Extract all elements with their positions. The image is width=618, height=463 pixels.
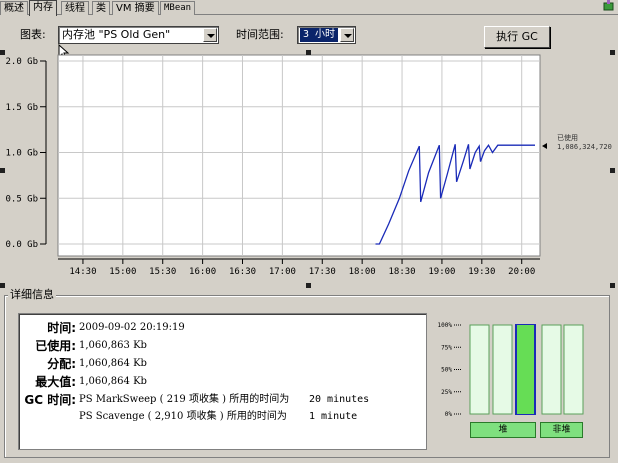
- x-tick-label: 16:30: [229, 267, 256, 277]
- annotation-label: 已使用: [557, 133, 578, 142]
- resize-handle[interactable]: [306, 283, 311, 288]
- gc-line-scavenge: PS Scavenge ( 2,910 项收集 ) 所用的时间为: [79, 411, 287, 422]
- x-tick-label: 18:30: [388, 267, 415, 277]
- x-tick-label: 15:30: [149, 267, 176, 277]
- tab-vm-summary[interactable]: VM 摘要: [112, 1, 159, 15]
- gc-duration-scavenge: 1 minute: [309, 411, 358, 422]
- tab-classes[interactable]: 类: [92, 1, 110, 15]
- detail-row-committed: 分配: 1,060,864 Kb: [19, 356, 424, 372]
- gc-duration-marksweep: 20 minutes: [309, 394, 370, 405]
- memory-pool-chart: 100% 75% 50% 25% 0%: [438, 322, 584, 418]
- gc-line-marksweep: PS MarkSweep ( 219 项收集 ) 所用的时间为: [79, 394, 290, 405]
- pool-bar[interactable]: [563, 324, 584, 415]
- resize-handle[interactable]: [0, 50, 5, 55]
- detail-value: 2009-09-02 20:19:19: [79, 322, 185, 333]
- heap-button[interactable]: 堆: [470, 422, 536, 438]
- y-tick-label: 1.0 Gb: [5, 149, 38, 159]
- details-title: 详细信息: [8, 288, 56, 301]
- pool-tick-label: 50%: [441, 367, 452, 374]
- pool-y-axis: 100% 75% 50% 25% 0%: [438, 322, 462, 418]
- detail-label: 已使用:: [35, 339, 76, 353]
- y-tick-label: 0.0 Gb: [5, 240, 38, 250]
- plugin-icon: [603, 0, 614, 11]
- memory-chart: 2.0 Gb 1.5 Gb 1.0 Gb 0.5 Gb 0.0 Gb 14:30 15:0…: [5, 54, 612, 277]
- y-tick-label: 0.5 Gb: [5, 194, 38, 204]
- tab-bar: 概述 内存 线程 类 VM 摘要 MBean: [0, 0, 618, 16]
- y-axis: 2.0 Gb 1.5 Gb 1.0 Gb 0.5 Gb 0.0 Gb: [5, 57, 47, 250]
- pool-bar[interactable]: [541, 324, 562, 415]
- resize-handle[interactable]: [0, 168, 5, 173]
- resize-handle[interactable]: [610, 283, 615, 288]
- x-tick-label: 20:00: [508, 267, 535, 277]
- chart-select-value: 内存池 "PS Old Gen": [62, 28, 171, 41]
- pool-tick-label: 25%: [441, 389, 452, 396]
- tab-overview[interactable]: 概述: [0, 1, 28, 15]
- plot-area: [57, 54, 541, 257]
- tab-mbean[interactable]: MBean: [160, 1, 196, 15]
- x-axis: 14:30 15:00 15:30 16:00 16:30 17:00 17:30 18:00…: [58, 258, 540, 277]
- x-tick-label: 19:00: [428, 267, 455, 277]
- y-tick-label: 2.0 Gb: [5, 57, 38, 67]
- x-tick-label: 18:00: [349, 267, 376, 277]
- non-heap-button[interactable]: 非堆: [540, 422, 583, 438]
- x-tick-label: 17:30: [309, 267, 336, 277]
- x-tick-label: 16:00: [189, 267, 216, 277]
- pool-bar-fill: [517, 325, 534, 414]
- x-tick-label: 19:30: [468, 267, 495, 277]
- tab-threads[interactable]: 线程: [61, 1, 89, 15]
- detail-row-max: 最大值: 1,060,864 Kb: [19, 374, 424, 390]
- chevron-down-icon[interactable]: [340, 28, 354, 42]
- time-range-label: 时间范围:: [236, 28, 284, 41]
- resize-handle[interactable]: [610, 168, 615, 173]
- marker-arrow-icon: [542, 143, 547, 149]
- detail-label: 最大值:: [35, 375, 76, 389]
- resize-handle[interactable]: [610, 50, 615, 55]
- resize-handle[interactable]: [0, 283, 5, 288]
- details-panel: 时间: 2009-09-02 20:19:19 已使用: 1,060,863 K…: [18, 313, 427, 450]
- perform-gc-button[interactable]: 执行 GC: [484, 26, 550, 48]
- x-tick-label: 17:00: [269, 267, 296, 277]
- pool-bars: [469, 324, 584, 415]
- detail-label: 时间:: [47, 321, 76, 335]
- resize-handle[interactable]: [306, 50, 311, 55]
- detail-row-time: 时间: 2009-09-02 20:19:19: [19, 320, 424, 336]
- y-tick-label: 1.5 Gb: [5, 103, 38, 113]
- pool-bar[interactable]: [492, 324, 513, 415]
- annotation-value: 1,086,324,720: [557, 143, 612, 151]
- chevron-down-icon[interactable]: [203, 28, 217, 42]
- detail-label: GC 时间:: [24, 393, 76, 407]
- tab-memory[interactable]: 内存: [29, 0, 57, 16]
- pool-tick-label: 0%: [445, 411, 453, 418]
- detail-label: 分配:: [47, 357, 76, 371]
- chart-select[interactable]: 内存池 "PS Old Gen": [58, 26, 219, 44]
- time-range-select[interactable]: 3 小时: [297, 26, 356, 44]
- detail-row-used: 已使用: 1,060,863 Kb: [19, 338, 424, 354]
- pool-bar[interactable]: [469, 324, 490, 415]
- detail-value: 1,060,864 Kb: [79, 376, 147, 387]
- pool-tick-label: 100%: [438, 322, 453, 329]
- x-tick-label: 15:00: [109, 267, 136, 277]
- x-tick-label: 14:30: [69, 267, 96, 277]
- detail-value: 1,060,864 Kb: [79, 358, 147, 369]
- pool-tick-label: 75%: [441, 344, 452, 351]
- chart-label: 图表:: [20, 28, 46, 41]
- time-range-value: 3 小时: [300, 28, 339, 42]
- detail-value: 1,060,863 Kb: [79, 340, 147, 351]
